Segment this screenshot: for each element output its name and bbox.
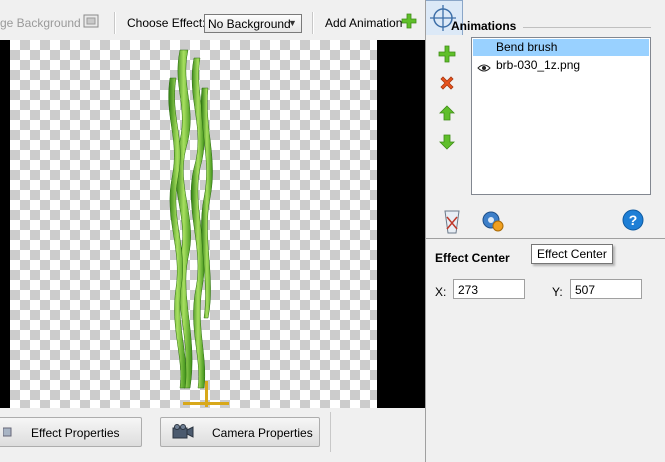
effect-select[interactable]: No Background ▼ [204, 14, 302, 33]
svg-text:?: ? [629, 212, 638, 228]
settings-tab[interactable] [439, 205, 473, 237]
bottom-separator [330, 412, 331, 452]
arrow-up-icon[interactable] [438, 104, 456, 122]
x-label: X: [435, 285, 447, 299]
effect-properties-label: Effect Properties [31, 426, 120, 440]
tab-strip-border [425, 238, 665, 239]
choose-effect-label: Choose Effect: [127, 16, 206, 30]
preview-canvas[interactable] [0, 40, 425, 408]
eye-icon[interactable] [477, 61, 491, 72]
background-toggle-label[interactable]: ge Background [0, 16, 81, 30]
camera-properties-button[interactable]: Camera Properties [160, 417, 320, 447]
image-icon[interactable] [83, 13, 99, 29]
animations-list[interactable]: Bend brush brb-030_1z.png [471, 37, 651, 195]
x-input[interactable]: 273 [453, 279, 525, 299]
camera-icon [171, 424, 195, 440]
list-item[interactable]: brb-030_1z.png [473, 57, 649, 74]
animations-title: Animations [451, 19, 517, 33]
add-icon[interactable] [401, 13, 417, 29]
effect-center-title: Effect Center [435, 251, 510, 265]
properties-icon [2, 425, 15, 439]
effect-properties-button[interactable]: Effect Properties [0, 417, 142, 447]
delete-icon[interactable] [438, 74, 456, 92]
add-icon[interactable] [438, 45, 456, 63]
bottom-bar: Effect Properties Camera Properties [0, 408, 425, 462]
arrow-down-icon[interactable] [438, 133, 456, 151]
effect-center-marker-v[interactable] [205, 381, 208, 407]
camera-properties-label: Camera Properties [212, 426, 313, 440]
list-item-label: brb-030_1z.png [496, 58, 581, 72]
right-panel: Animations Bend brush brb-030_1z.png ? E… [425, 0, 665, 462]
list-item-label: Bend brush [496, 40, 558, 54]
gear-tab[interactable] [477, 205, 511, 237]
tooltip: Effect Center [531, 244, 613, 264]
chevron-down-icon: ▼ [288, 18, 297, 28]
effect-select-value: No Background [208, 17, 291, 31]
y-input[interactable]: 507 [570, 279, 642, 299]
toolbar-separator [312, 12, 314, 34]
panel-divider [425, 0, 426, 462]
toolbar: ge Background Choose Effect: No Backgrou… [0, 0, 425, 40]
help-icon[interactable]: ? [620, 205, 654, 237]
toolbar-separator [114, 12, 116, 34]
group-line [523, 27, 651, 28]
add-animation-button[interactable]: Add Animation [325, 16, 402, 30]
y-label: Y: [552, 285, 563, 299]
list-item[interactable]: Bend brush [473, 39, 649, 56]
seaweed-image[interactable] [150, 48, 230, 410]
